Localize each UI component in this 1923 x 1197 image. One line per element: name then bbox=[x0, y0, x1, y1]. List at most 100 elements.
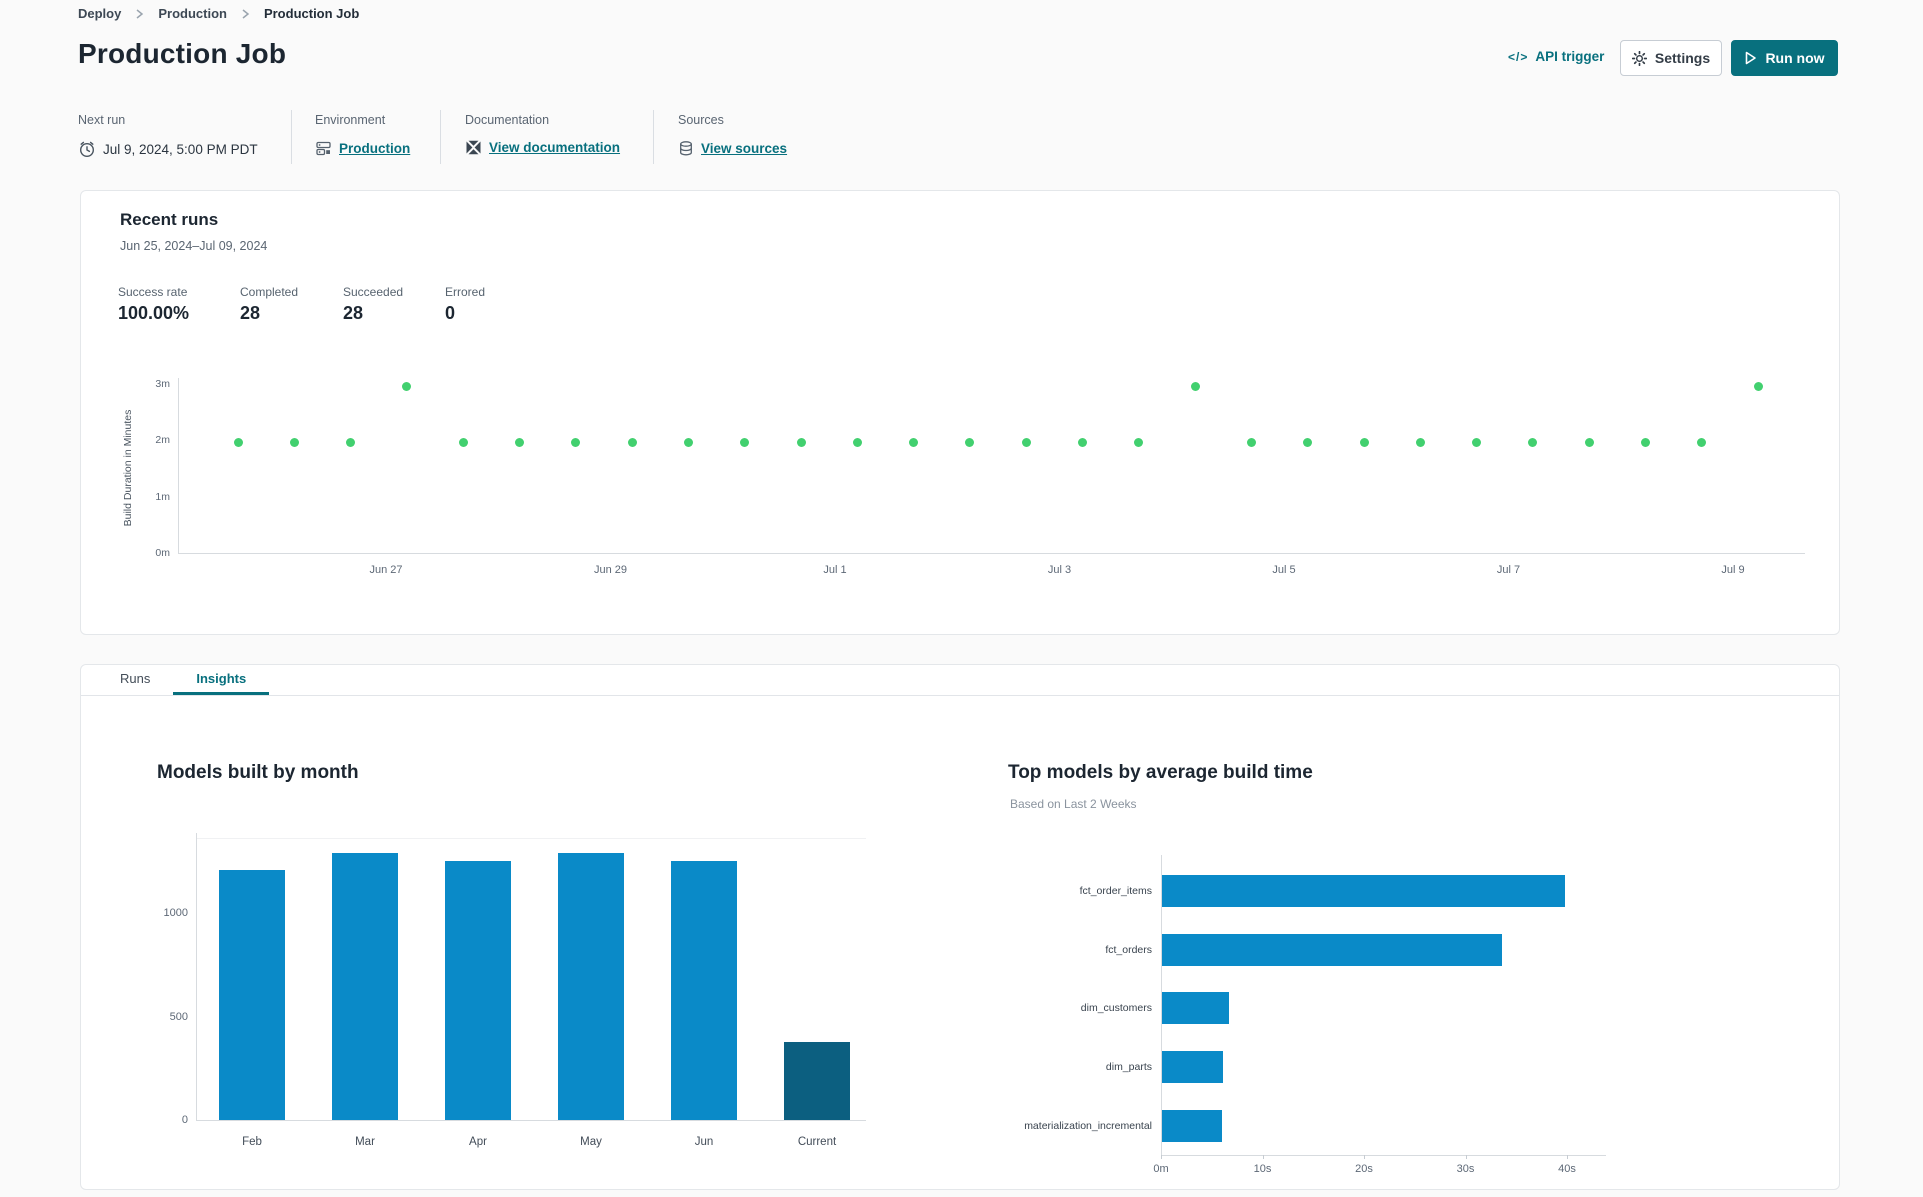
run-dot[interactable] bbox=[1584, 438, 1594, 448]
run-dot[interactable] bbox=[515, 438, 524, 448]
chevron-right-icon bbox=[241, 8, 250, 20]
bar-dim_parts[interactable] bbox=[1162, 1051, 1223, 1083]
build-duration-scatter-chart: Build Duration in Minutes 0m 1m 2m 3m Jun 27… bbox=[80, 370, 1840, 585]
gear-icon bbox=[1631, 50, 1647, 66]
run-dot[interactable] bbox=[740, 438, 750, 448]
tab-runs[interactable]: Runs bbox=[97, 665, 173, 695]
bar-current[interactable] bbox=[784, 1042, 850, 1120]
breadcrumb: Deploy Production Production Job bbox=[78, 6, 359, 21]
api-trigger-link[interactable]: </> API trigger bbox=[1508, 49, 1604, 64]
scatter-y-tick: 1m bbox=[155, 490, 170, 503]
bar-materialization_incremental[interactable] bbox=[1162, 1109, 1222, 1142]
page-title: Production Job bbox=[78, 38, 287, 69]
stat-success-rate: Success rate 100.00% bbox=[118, 285, 190, 323]
bar-x-tick: May bbox=[580, 1136, 602, 1148]
run-dot[interactable] bbox=[1415, 438, 1425, 448]
sources-value: View sources bbox=[678, 140, 787, 157]
next-run-label: Next run bbox=[78, 113, 126, 127]
bar-feb[interactable] bbox=[219, 869, 285, 1120]
bar-mar[interactable] bbox=[332, 852, 398, 1120]
run-dot[interactable] bbox=[458, 438, 468, 448]
hbar-x-tick: 0m bbox=[1153, 1163, 1169, 1175]
run-dot[interactable] bbox=[402, 381, 412, 391]
run-dot[interactable] bbox=[1190, 381, 1200, 391]
run-dot[interactable] bbox=[1134, 438, 1144, 448]
bar-apr[interactable] bbox=[445, 861, 511, 1120]
run-now-button[interactable]: Run now bbox=[1731, 40, 1838, 76]
run-dot[interactable] bbox=[1472, 438, 1482, 448]
tab-strip: Runs Insights bbox=[81, 665, 1839, 696]
settings-label: Settings bbox=[1654, 50, 1711, 66]
breadcrumb-production[interactable]: Production bbox=[158, 6, 227, 21]
hbar-x-tick: 10s bbox=[1253, 1163, 1272, 1175]
bar-y-tick: 0 bbox=[181, 1114, 188, 1126]
sources-label: Sources bbox=[678, 113, 724, 127]
run-dot[interactable] bbox=[1246, 438, 1256, 448]
plot-top-line bbox=[196, 838, 866, 839]
environment-link[interactable]: Production bbox=[339, 141, 410, 156]
hbar-row-label: dim_parts bbox=[1105, 1061, 1152, 1073]
recent-runs-date-range: Jun 25, 2024–Jul 09, 2024 bbox=[120, 239, 268, 253]
run-dot[interactable] bbox=[346, 438, 356, 448]
run-dot[interactable] bbox=[233, 438, 243, 448]
run-now-label: Run now bbox=[1765, 50, 1825, 66]
hbar-tick-mark bbox=[1262, 1155, 1264, 1159]
scatter-y-axis bbox=[178, 378, 179, 553]
view-sources-link[interactable]: View sources bbox=[701, 141, 787, 156]
scatter-x-tick: Jul 7 bbox=[1496, 564, 1521, 576]
hbar-x-tick: 20s bbox=[1355, 1163, 1373, 1175]
bar-may[interactable] bbox=[558, 852, 624, 1120]
bar-fct_orders[interactable] bbox=[1162, 933, 1503, 966]
run-dot[interactable] bbox=[1697, 438, 1707, 448]
settings-button[interactable]: Settings bbox=[1620, 40, 1722, 76]
run-dot[interactable] bbox=[1303, 438, 1313, 448]
run-dot[interactable] bbox=[909, 438, 919, 448]
scatter-y-tick: 2m bbox=[155, 434, 170, 446]
divider bbox=[653, 110, 654, 164]
bar-x-tick: Apr bbox=[469, 1136, 487, 1148]
bar-fct_order_items[interactable] bbox=[1162, 875, 1565, 907]
next-run-value: Jul 9, 2024, 5:00 PM PDT bbox=[78, 140, 258, 158]
tab-insights[interactable]: Insights bbox=[173, 665, 270, 695]
run-dot[interactable] bbox=[571, 438, 581, 448]
scatter-y-tick: 3m bbox=[155, 377, 170, 390]
run-dot[interactable] bbox=[627, 438, 637, 448]
api-trigger-label: API trigger bbox=[1535, 49, 1605, 64]
hbar-tick-mark bbox=[1161, 1155, 1162, 1159]
top-models-chart-title: Top models by average build time bbox=[1008, 762, 1313, 783]
clock-icon bbox=[78, 140, 96, 158]
breadcrumb-deploy[interactable]: Deploy bbox=[78, 6, 121, 21]
scatter-y-axis-label: Build Duration in Minutes bbox=[122, 409, 134, 527]
stat-errored: Errored 0 bbox=[445, 285, 486, 323]
run-dot[interactable] bbox=[683, 438, 693, 448]
models-built-by-month-chart: Models built by month 0 500 1000 Feb Mar Apr M… bbox=[150, 755, 910, 1155]
run-dot[interactable] bbox=[1528, 438, 1538, 448]
scatter-x-tick: Jun 29 bbox=[593, 564, 628, 576]
run-dot[interactable] bbox=[1078, 438, 1087, 448]
bar-x-tick: Jun bbox=[694, 1136, 714, 1148]
breadcrumb-production-job: Production Job bbox=[263, 6, 360, 21]
bar-dim_customers[interactable] bbox=[1162, 992, 1229, 1024]
chevron-right-icon bbox=[135, 8, 144, 20]
run-dot[interactable] bbox=[796, 438, 806, 448]
hbar-tick-mark bbox=[1364, 1155, 1365, 1159]
run-dot[interactable] bbox=[1753, 381, 1763, 391]
run-dot[interactable] bbox=[1641, 438, 1650, 448]
bar-x-tick: Mar bbox=[355, 1136, 375, 1148]
hbar-row-label: dim_customers bbox=[1080, 1002, 1152, 1014]
bar-jun[interactable] bbox=[671, 861, 737, 1120]
scatter-x-tick: Jul 9 bbox=[1721, 564, 1745, 576]
view-documentation-link[interactable]: View documentation bbox=[489, 140, 620, 155]
run-dot[interactable] bbox=[1021, 438, 1031, 448]
run-dot[interactable] bbox=[852, 438, 862, 448]
run-dot[interactable] bbox=[289, 438, 299, 448]
stat-completed: Completed 28 bbox=[240, 285, 299, 323]
hbar-row-label: materialization_incremental bbox=[1024, 1119, 1152, 1132]
divider bbox=[440, 110, 441, 164]
scatter-x-tick: Jul 3 bbox=[1047, 564, 1072, 576]
run-dot[interactable] bbox=[1359, 438, 1369, 448]
run-dot[interactable] bbox=[965, 438, 975, 448]
bar-y-axis bbox=[196, 833, 197, 1120]
top-models-chart-subtitle: Based on Last 2 Weeks bbox=[1010, 797, 1137, 811]
production-job-page: Deploy Production Production Job Product… bbox=[0, 0, 1923, 1197]
